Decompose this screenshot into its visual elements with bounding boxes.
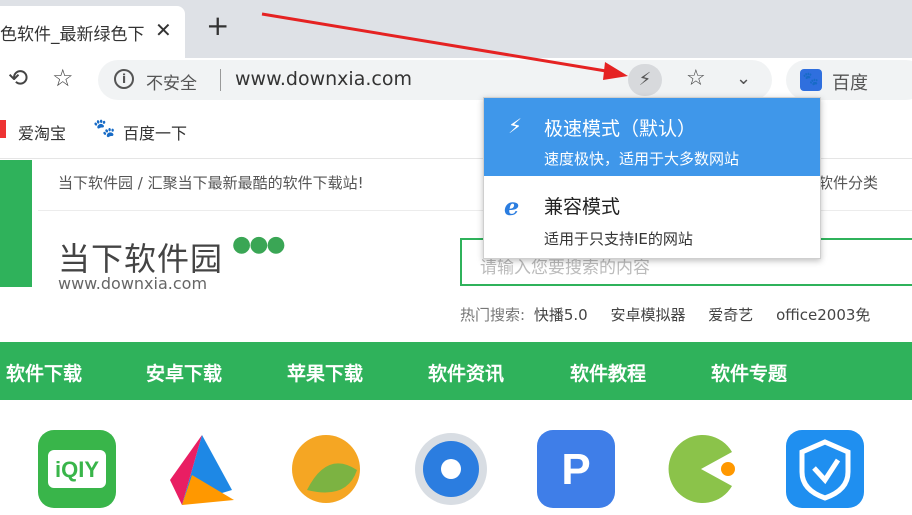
site-notice: 当下软件园 / 汇聚当下最新最酷的软件下载站! [58,174,364,192]
logo-url: www.downxia.com [58,274,208,293]
hot-label: 热门搜索: [460,306,526,324]
tab-title: 色软件_最新绿色下 [0,25,145,45]
colorful-logo-icon [170,435,234,505]
bookmark-star-icon[interactable]: ☆ [686,66,706,91]
hot-search-link[interactable]: 爱奇艺 [708,306,753,324]
settings-app-icon[interactable] [412,430,490,508]
gear-icon [415,433,487,505]
hot-search-link[interactable]: 快播5.0 [534,306,588,324]
menu-item-desc: 速度极快，适用于大多数网站 [544,150,740,168]
browser-mode-menu: ⚡ 极速模式（默认） 速度极快，适用于大多数网站 e 兼容模式 适用于只支持IE… [483,97,821,259]
nav-item-apple[interactable]: 苹果下载 [287,359,363,386]
security-status[interactable]: 不安全 [146,69,197,94]
hot-search-link[interactable]: 安卓模拟器 [610,306,685,324]
info-icon[interactable]: i [114,69,134,89]
menu-item-compat-mode[interactable]: e 兼容模式 适用于只支持IE的网站 [484,176,820,260]
pacman-icon [668,435,735,503]
hot-searches: 热门搜索: 快播5.0 安卓模拟器 爱奇艺 office2003免 [460,304,888,325]
undo-icon[interactable]: ⟲ [8,64,28,92]
lightning-icon: ⚡ [508,114,523,138]
search-engine-label: 百度 [832,73,868,94]
tab-strip: 色软件_最新绿色下 ✕ + [0,0,912,58]
hot-search-link[interactable]: office2003免 [776,306,870,324]
url-text[interactable]: www.downxia.com [235,68,412,90]
svg-text:iQIY: iQIY [55,457,99,482]
baidu-paw-icon: 🐾 [800,69,822,91]
p-app-icon[interactable]: P [537,430,615,508]
menu-item-desc: 适用于只支持IE的网站 [544,230,693,248]
close-tab-icon[interactable]: ✕ [155,18,172,42]
bookmark-item[interactable]: 百度一下 [123,120,187,144]
site-nav: 软件下载 安卓下载 苹果下载 软件资讯 软件教程 软件专题 [0,342,912,400]
ie-icon: e [504,192,520,221]
pacman-app-icon[interactable] [662,430,740,508]
app-icons-row: iQIY P [0,410,912,515]
address-bar[interactable]: i 不安全 www.downxia.com ⚡ ☆ ⌄ [98,60,772,100]
svg-text:P: P [561,445,590,494]
globe-app-icon[interactable] [287,430,365,508]
taobao-icon [0,120,6,138]
nav-item-news[interactable]: 软件资讯 [428,359,504,386]
menu-item-title: 兼容模式 [544,196,621,218]
new-tab-button[interactable]: + [206,12,229,40]
favorite-star-icon[interactable]: ☆ [52,64,74,92]
lightning-icon[interactable]: ⚡ [628,64,662,96]
iqiyi-logo-icon: iQIY [48,450,106,488]
side-accent-bar [0,160,32,287]
nav-item-software[interactable]: 软件下载 [6,359,82,386]
category-link[interactable]: 软件分类 [818,172,878,193]
bookmark-item[interactable]: 爱淘宝 [18,120,66,144]
baidu-paw-icon: 🐾 [93,118,116,139]
iqiyi-app-icon[interactable]: iQIY [38,430,116,508]
divider [220,69,221,91]
shield-icon [799,439,851,501]
menu-item-fast-mode[interactable]: ⚡ 极速模式（默认） 速度极快，适用于大多数网站 [484,98,820,176]
search-engine-box[interactable]: 🐾 百度 [786,60,912,100]
menu-item-title: 极速模式（默认） [544,118,697,140]
nav-item-tutorials[interactable]: 软件教程 [570,359,646,386]
logo-dots-icon: ●●● [232,232,286,257]
colorful-app-icon[interactable] [162,430,240,508]
shield-app-icon[interactable] [786,430,864,508]
browser-tab[interactable]: 色软件_最新绿色下 ✕ [0,6,185,58]
p-logo-icon: P [561,445,590,494]
nav-item-android[interactable]: 安卓下载 [146,359,222,386]
globe-logo-icon [292,435,360,503]
nav-item-topics[interactable]: 软件专题 [711,359,787,386]
chevron-down-icon[interactable]: ⌄ [736,68,751,89]
